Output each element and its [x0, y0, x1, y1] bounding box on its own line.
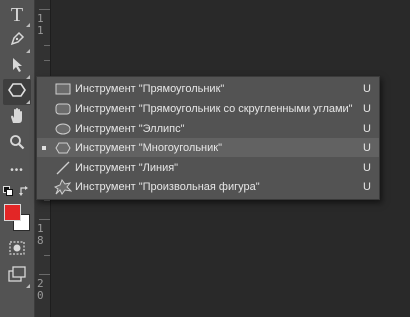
menu-item-custom-shape-tool[interactable]: Инструмент "Произвольная фигура" U [37, 177, 379, 196]
shape-tools-flyout-menu: Инструмент "Прямоугольник" U Инструмент … [36, 76, 380, 200]
screen-mode-icon [8, 265, 26, 287]
menu-item-label: Инструмент "Эллипс" [75, 122, 185, 135]
more-tools-button[interactable]: ••• [3, 157, 31, 183]
menu-item-line-tool[interactable]: Инструмент "Линия" U [37, 158, 379, 177]
zoom-tool[interactable] [3, 131, 31, 157]
pen-icon [9, 31, 25, 52]
ruler-label: 8 [37, 234, 44, 247]
arrow-cursor-icon [10, 57, 24, 78]
menu-item-shortcut: U [363, 141, 371, 154]
type-icon: T [10, 3, 24, 26]
type-tool[interactable]: T [3, 2, 31, 28]
menu-item-ellipse-tool[interactable]: Инструмент "Эллипс" U [37, 119, 379, 138]
hand-tool[interactable] [3, 105, 31, 131]
ellipse-icon [52, 120, 74, 137]
menu-item-label: Инструмент "Произвольная фигура" [75, 180, 260, 193]
quick-mask-icon [9, 240, 25, 260]
shape-tool[interactable] [3, 79, 31, 105]
menu-item-shortcut: U [363, 122, 371, 135]
menu-item-shortcut: U [363, 102, 371, 115]
ruler-label: 0 [37, 289, 44, 302]
menu-item-label: Инструмент "Прямоугольник со скругленным… [75, 102, 353, 115]
rounded-rectangle-icon [52, 100, 74, 117]
selected-indicator-icon [42, 145, 46, 150]
foreground-color-swatch[interactable] [4, 204, 21, 221]
swap-colors-icon[interactable] [19, 184, 31, 202]
rectangle-icon [52, 80, 74, 97]
quick-mask-button[interactable] [3, 237, 31, 263]
tools-panel: T ••• [0, 0, 35, 317]
screen-mode-button[interactable] [3, 263, 31, 289]
polygon-icon [8, 82, 26, 103]
default-colors-icon[interactable] [3, 186, 13, 196]
menu-item-label: Инструмент "Прямоугольник" [75, 82, 225, 95]
ruler-label: 1 [37, 24, 44, 37]
line-icon [52, 159, 74, 176]
custom-shape-icon [52, 178, 74, 195]
pen-tool[interactable] [3, 28, 31, 54]
menu-item-shortcut: U [363, 82, 371, 95]
menu-item-label: Инструмент "Многоугольник" [75, 141, 222, 154]
menu-item-label: Инструмент "Линия" [75, 161, 179, 174]
path-selection-tool[interactable] [3, 54, 31, 80]
menu-item-shortcut: U [363, 161, 371, 174]
hand-icon [8, 107, 26, 130]
ellipsis-icon: ••• [10, 164, 24, 176]
magnifier-icon [9, 134, 25, 155]
menu-item-rectangle-tool[interactable]: Инструмент "Прямоугольник" U [37, 79, 379, 98]
menu-item-polygon-tool[interactable]: Инструмент "Многоугольник" U [37, 138, 379, 157]
menu-item-shortcut: U [363, 180, 371, 193]
menu-item-rounded-rectangle-tool[interactable]: Инструмент "Прямоугольник со скругленным… [37, 99, 379, 118]
polygon-icon [52, 139, 74, 156]
